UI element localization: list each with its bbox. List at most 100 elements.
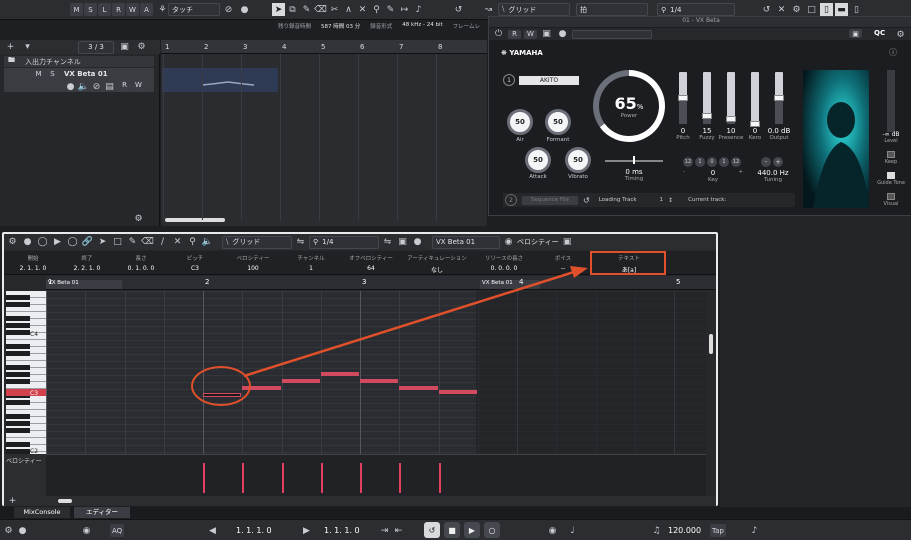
transport-settings-icon[interactable]: ⚙ xyxy=(2,524,15,537)
slider-kero[interactable] xyxy=(750,72,760,127)
slider-handle[interactable] xyxy=(702,113,712,120)
automation-mode-select[interactable]: タッチ xyxy=(168,3,220,16)
aq-button[interactable]: AQ xyxy=(110,524,125,537)
track-gear-icon[interactable]: ⚙ xyxy=(135,41,148,54)
close-icon[interactable]: ✕ xyxy=(775,3,788,16)
loading-track-value[interactable]: 1 xyxy=(660,197,664,203)
piano-icon[interactable]: ▤ xyxy=(103,80,116,93)
sync-icon[interactable]: ⊘ xyxy=(90,80,103,93)
tap-tempo-button[interactable]: Tap xyxy=(710,524,726,537)
slider-handle[interactable] xyxy=(726,115,736,122)
range-tool-icon[interactable]: ⧉ xyxy=(286,3,299,16)
track-mute-button[interactable]: M xyxy=(32,69,45,79)
tempo-icon[interactable]: ♫ xyxy=(650,524,663,537)
left-locator-icon[interactable]: ◀ xyxy=(206,524,219,537)
grid-type-select[interactable]: ⧹ グリッド xyxy=(498,3,570,16)
track-view-icon[interactable]: ▣ xyxy=(118,41,131,54)
visual-checkbox[interactable] xyxy=(887,193,895,200)
vibrato-knob[interactable]: 50 xyxy=(565,147,591,173)
color-icon[interactable]: ● xyxy=(238,3,251,16)
info-value[interactable]: 0. 0. 0. 0 xyxy=(474,265,534,272)
timing-slider-handle[interactable] xyxy=(633,156,635,164)
slider-presence[interactable] xyxy=(726,72,736,124)
zoom-tool-icon[interactable]: ⚲ xyxy=(370,3,383,16)
info-value[interactable]: 2. 1. 1. 0 xyxy=(8,265,58,272)
voice-selector[interactable]: 1 AKITO xyxy=(503,74,579,86)
layout-bottom-icon[interactable]: ▬ xyxy=(835,3,848,16)
tuning-down-button[interactable]: - xyxy=(761,157,771,167)
info-value[interactable]: -- xyxy=(538,265,588,272)
arrange-scrollbar[interactable] xyxy=(165,218,225,222)
plugin-cam-icon[interactable]: ▣ xyxy=(849,29,862,38)
midi-part[interactable] xyxy=(162,68,278,92)
write-mode-button[interactable]: W xyxy=(126,3,139,16)
velocity-bar[interactable] xyxy=(281,463,284,493)
add-track-icon[interactable]: + xyxy=(4,41,17,54)
info-icon[interactable]: ⓘ xyxy=(889,47,897,58)
sequence-file-button[interactable]: Sequence File xyxy=(522,195,578,205)
io-channel-label[interactable]: 入出力チャンネル xyxy=(25,57,81,67)
left-locator-value[interactable]: 1. 1. 1. 0 xyxy=(236,526,272,535)
editor-horizontal-scrollbar[interactable] xyxy=(58,499,72,503)
scissors-tool-icon[interactable]: ✂ xyxy=(328,3,341,16)
track-vx-beta-01[interactable]: M S VX Beta 01 ● 🔈 ⊘ ▤ R W xyxy=(4,68,154,92)
speaker-tool-icon[interactable]: ♪ xyxy=(412,3,425,16)
track-name[interactable]: VX Beta 01 xyxy=(64,70,108,78)
mute-tool-icon[interactable]: ✕ xyxy=(356,3,369,16)
write-automation-button[interactable]: W xyxy=(524,29,537,39)
editor-vertical-scrollbar[interactable] xyxy=(709,334,713,354)
object-select-tool-icon[interactable]: ➤ xyxy=(272,3,285,16)
loading-track-stepper-icon[interactable]: ↕ xyxy=(668,197,673,204)
velocity-bar[interactable] xyxy=(320,463,323,493)
tempo-value[interactable]: 120.000 xyxy=(668,526,701,535)
key-reset-button[interactable]: 0 xyxy=(707,157,717,167)
play-icon[interactable]: ▶ xyxy=(464,522,480,538)
time-signature-icon[interactable]: ♪ xyxy=(748,524,761,537)
slider-handle[interactable] xyxy=(678,95,688,101)
mute-mode-button[interactable]: M xyxy=(70,3,83,16)
compare-icon[interactable]: ● xyxy=(556,28,569,41)
guide-tone-checkbox[interactable] xyxy=(887,172,895,179)
read-automation-button[interactable]: R xyxy=(508,29,521,39)
right-locator-value[interactable]: 1. 1. 1. 0 xyxy=(324,526,360,535)
settings-icon[interactable]: ⚙ xyxy=(790,3,803,16)
preset-select[interactable] xyxy=(572,29,652,39)
record-icon[interactable]: ○ xyxy=(484,522,500,538)
preset-icon[interactable]: ▣ xyxy=(540,28,553,41)
reload-icon[interactable]: ↺ xyxy=(583,196,590,205)
info-value[interactable]: 2. 2. 1. 0 xyxy=(62,265,112,272)
info-value[interactable]: C3 xyxy=(170,265,220,272)
add-lane-icon[interactable]: + xyxy=(6,494,19,507)
plugin-settings-icon[interactable]: ⚙ xyxy=(894,28,907,41)
punch-out-icon[interactable]: ⇤ xyxy=(392,524,405,537)
punch-in-icon[interactable]: ⇥ xyxy=(378,524,391,537)
grid-snap-select[interactable]: 拍 xyxy=(576,3,648,16)
comp-tool-icon[interactable]: ✎ xyxy=(384,3,397,16)
record-enable-icon[interactable]: ● xyxy=(64,80,77,93)
automation-button[interactable]: A xyxy=(140,3,153,16)
glue-tool-icon[interactable]: ∧ xyxy=(342,3,355,16)
qc-label[interactable]: QC xyxy=(874,29,885,37)
track-settings-icon[interactable]: ⚙ xyxy=(132,212,145,225)
slider-output[interactable] xyxy=(774,72,784,124)
info-value[interactable]: あ[a] xyxy=(596,265,662,274)
metronome-settings-icon[interactable]: ◉ xyxy=(80,524,93,537)
info-value[interactable]: 64 xyxy=(342,265,400,272)
track-write-button[interactable]: W xyxy=(132,80,145,90)
quantize-select[interactable]: ⚲ 1/4 xyxy=(657,3,735,16)
tab-mixconsole[interactable]: MixConsole xyxy=(14,507,70,518)
velocity-bar[interactable] xyxy=(399,463,402,493)
slider-pitch[interactable] xyxy=(678,72,688,124)
key-plus-1-button[interactable]: 1 xyxy=(719,157,729,167)
snap-toggle-icon[interactable]: ↝ xyxy=(482,3,495,16)
velocity-bar[interactable] xyxy=(242,463,245,493)
key-minus-12-button[interactable]: 12 xyxy=(683,157,693,167)
keep-checkbox[interactable] xyxy=(887,151,895,158)
refresh-icon[interactable]: ↺ xyxy=(760,3,773,16)
time-warp-tool-icon[interactable]: ↦ xyxy=(398,3,411,16)
monitor-icon[interactable]: 🔈 xyxy=(77,80,90,93)
layout-icon[interactable]: □ xyxy=(805,3,818,16)
track-menu-icon[interactable]: ▾ xyxy=(21,41,34,54)
info-value[interactable]: 100 xyxy=(226,265,280,272)
read-mode-button[interactable]: R xyxy=(112,3,125,16)
